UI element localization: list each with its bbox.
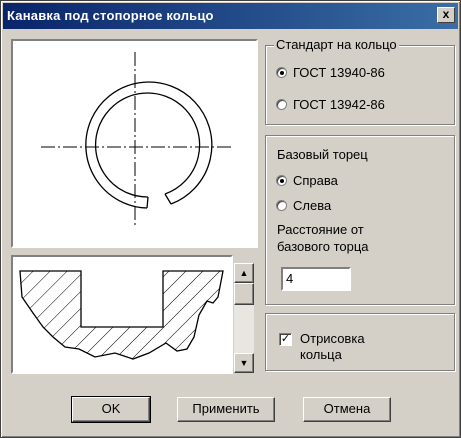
ring-preview-panel — [11, 39, 258, 248]
radio-right-label: Справа — [293, 173, 338, 188]
radio-unselected-icon — [276, 99, 287, 110]
dialog-window: Канавка под стопорное кольцо x ▲ ▼ Станд… — [0, 0, 461, 438]
radio-selected-icon — [276, 175, 287, 186]
distance-label-line2: базового торца — [277, 239, 369, 254]
checkbox-box[interactable]: ✓ — [279, 333, 292, 346]
triangle-down-icon: ▼ — [239, 358, 249, 368]
standard-group: Стандарт на кольцо — [265, 37, 455, 125]
radio-left[interactable]: Слева — [276, 198, 331, 213]
cancel-button[interactable]: Отмена — [303, 397, 391, 422]
radio-selected-icon — [276, 67, 287, 78]
draw-ring-label-line2: кольца — [300, 347, 342, 362]
window-title: Канавка под стопорное кольцо — [7, 8, 214, 23]
distance-input-value: 4 — [286, 271, 294, 286]
groove-preview-panel — [11, 255, 233, 374]
groove-scrollbar[interactable]: ▲ ▼ — [234, 263, 254, 373]
close-button[interactable]: x — [437, 7, 455, 23]
base-end-title: Базовый торец — [277, 147, 368, 162]
radio-gost-13942-label: ГОСТ 13942-86 — [293, 97, 385, 112]
scroll-thumb[interactable] — [234, 283, 254, 305]
ring-drawing — [41, 52, 231, 227]
draw-ring-label: Отрисовка кольца — [300, 331, 365, 363]
check-icon: ✓ — [280, 333, 291, 345]
distance-label-line1: Расстояние от — [277, 222, 364, 237]
distance-input[interactable]: 4 — [281, 267, 351, 291]
scroll-up-button[interactable]: ▲ — [234, 263, 254, 283]
radio-gost-13940-label: ГОСТ 13940-86 — [293, 65, 385, 80]
draw-ring-checkbox[interactable]: ✓ Отрисовка кольца — [279, 331, 365, 363]
radio-left-label: Слева — [293, 198, 332, 213]
close-icon: x — [442, 7, 450, 21]
title-bar[interactable]: Канавка под стопорное кольцо x — [3, 3, 458, 29]
triangle-up-icon: ▲ — [239, 268, 249, 278]
scroll-down-button[interactable]: ▼ — [234, 353, 254, 373]
groove-drawing — [19, 270, 224, 360]
draw-ring-label-line1: Отрисовка — [300, 331, 365, 346]
radio-unselected-icon — [276, 200, 287, 211]
ok-button[interactable]: OK — [71, 396, 151, 423]
radio-gost-13940[interactable]: ГОСТ 13940-86 — [276, 65, 385, 80]
radio-right[interactable]: Справа — [276, 173, 338, 188]
radio-gost-13942[interactable]: ГОСТ 13942-86 — [276, 97, 385, 112]
standard-group-legend: Стандарт на кольцо — [274, 37, 399, 52]
apply-button[interactable]: Применить — [177, 397, 275, 422]
